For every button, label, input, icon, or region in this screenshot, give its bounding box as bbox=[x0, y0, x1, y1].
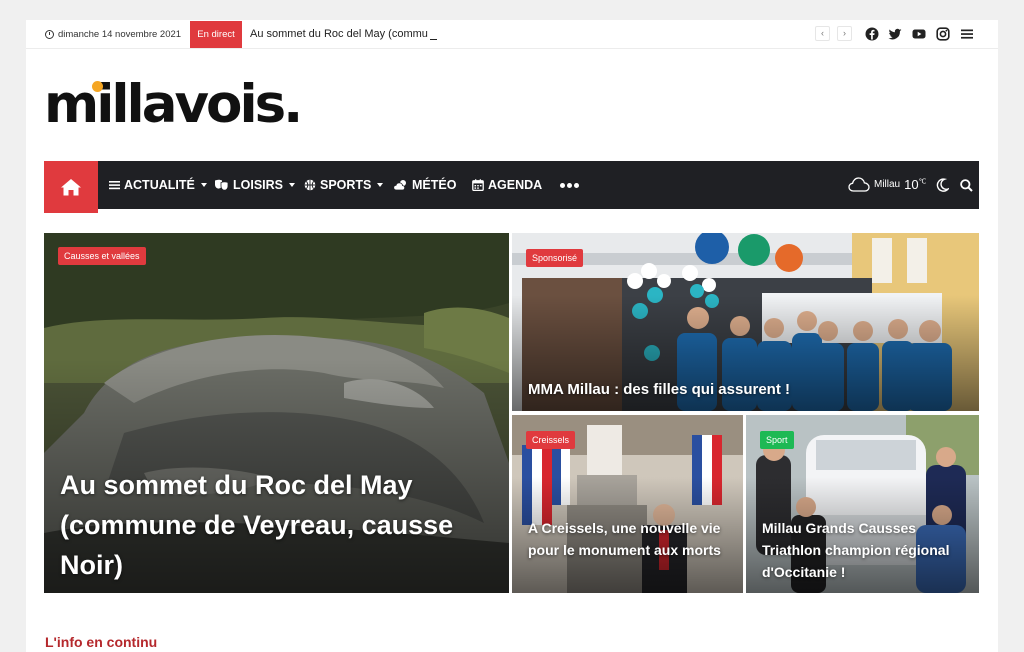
date-text: dimanche 14 novembre 2021 bbox=[58, 29, 182, 40]
dot bbox=[567, 183, 572, 188]
dot bbox=[560, 183, 565, 188]
category-badge[interactable]: Causses et vallées bbox=[58, 247, 146, 265]
ticker-text[interactable]: Au sommet du Roc del May (commu bbox=[250, 28, 428, 40]
article-tile-creissels[interactable]: Creissels A Creissels, une nouvelle vie … bbox=[512, 415, 743, 593]
facebook-icon[interactable] bbox=[864, 26, 880, 42]
cloud-icon bbox=[848, 177, 870, 192]
article-title[interactable]: Au sommet du Roc del May (commune de Vey… bbox=[60, 465, 480, 585]
youtube-icon[interactable] bbox=[911, 26, 927, 42]
weather-temp-value: 10 bbox=[904, 176, 919, 192]
home-icon bbox=[61, 179, 81, 196]
chevron-down-icon bbox=[289, 183, 296, 187]
menu-icon[interactable] bbox=[959, 26, 975, 42]
page: dimanche 14 novembre 2021 En direct Au s… bbox=[26, 20, 998, 652]
search-icon[interactable] bbox=[960, 179, 973, 192]
nav-meteo-label: MÉTÉO bbox=[412, 178, 457, 192]
instagram-icon[interactable] bbox=[935, 26, 951, 42]
moon-icon[interactable] bbox=[936, 178, 949, 192]
nav-sports[interactable]: SPORTS bbox=[304, 178, 384, 192]
article-tile-main[interactable]: Causses et vallées Au sommet du Roc del … bbox=[44, 233, 509, 593]
weather-widget[interactable]: Millau 10℃ bbox=[848, 176, 926, 192]
article-tile-sport[interactable]: Sport Millau Grands Causses Triathlon ch… bbox=[746, 415, 979, 593]
ticker-cursor bbox=[429, 39, 437, 40]
category-badge[interactable]: Sport bbox=[760, 431, 794, 449]
nav-actualite-label: ACTUALITÉ bbox=[124, 178, 195, 192]
calendar-icon bbox=[472, 179, 484, 191]
nav-agenda-label: AGENDA bbox=[488, 178, 543, 192]
nav-agenda[interactable]: AGENDA bbox=[472, 178, 542, 192]
dot bbox=[574, 183, 579, 188]
chevron-down-icon bbox=[200, 183, 207, 187]
masks-icon bbox=[215, 179, 229, 191]
weather-city: Millau bbox=[874, 178, 901, 190]
nav-sports-label: SPORTS bbox=[320, 178, 372, 192]
list-icon bbox=[109, 181, 120, 190]
ticker-next-button[interactable]: › bbox=[837, 26, 852, 41]
twitter-icon[interactable] bbox=[887, 26, 903, 42]
logo-dot bbox=[92, 81, 103, 92]
article-tile-sponsored[interactable]: Sponsorisé MMA Millau : des filles qui a… bbox=[512, 233, 979, 411]
site-logo[interactable]: millavois. bbox=[44, 78, 303, 131]
news-ticker[interactable]: Au sommet du Roc del May (commu bbox=[250, 28, 437, 40]
main-nav: ACTUALITÉ LOISIRS SPORTS MÉTÉO AGENDA Mi… bbox=[44, 161, 979, 213]
clock-icon bbox=[45, 30, 54, 39]
ball-icon bbox=[304, 179, 316, 191]
ticker-prev-button[interactable]: ‹ bbox=[815, 26, 830, 41]
weather-temp: 10℃ bbox=[904, 177, 926, 192]
live-badge: En direct bbox=[190, 21, 242, 48]
article-title[interactable]: MMA Millau : des filles qui assurent ! bbox=[528, 380, 968, 400]
weather-unit: ℃ bbox=[918, 178, 927, 186]
cloud-sun-icon bbox=[393, 180, 406, 191]
section-title: L'info en continu bbox=[45, 634, 158, 650]
top-bar: dimanche 14 novembre 2021 En direct Au s… bbox=[26, 20, 998, 49]
nav-loisirs-label: LOISIRS bbox=[233, 178, 284, 192]
category-badge[interactable]: Sponsorisé bbox=[526, 249, 584, 267]
chevron-down-icon bbox=[377, 183, 384, 187]
article-title[interactable]: A Creissels, une nouvelle vie pour le mo… bbox=[528, 517, 733, 561]
category-badge[interactable]: Creissels bbox=[526, 431, 576, 449]
nav-loisirs[interactable]: LOISIRS bbox=[214, 178, 296, 192]
more-menu-button[interactable] bbox=[560, 183, 579, 188]
nav-actualite[interactable]: ACTUALITÉ bbox=[109, 178, 207, 192]
article-title[interactable]: Millau Grands Causses Triathlon champion… bbox=[762, 517, 974, 583]
date: dimanche 14 novembre 2021 bbox=[45, 29, 181, 40]
nav-meteo[interactable]: MÉTÉO bbox=[393, 178, 456, 192]
home-button[interactable] bbox=[44, 161, 98, 213]
